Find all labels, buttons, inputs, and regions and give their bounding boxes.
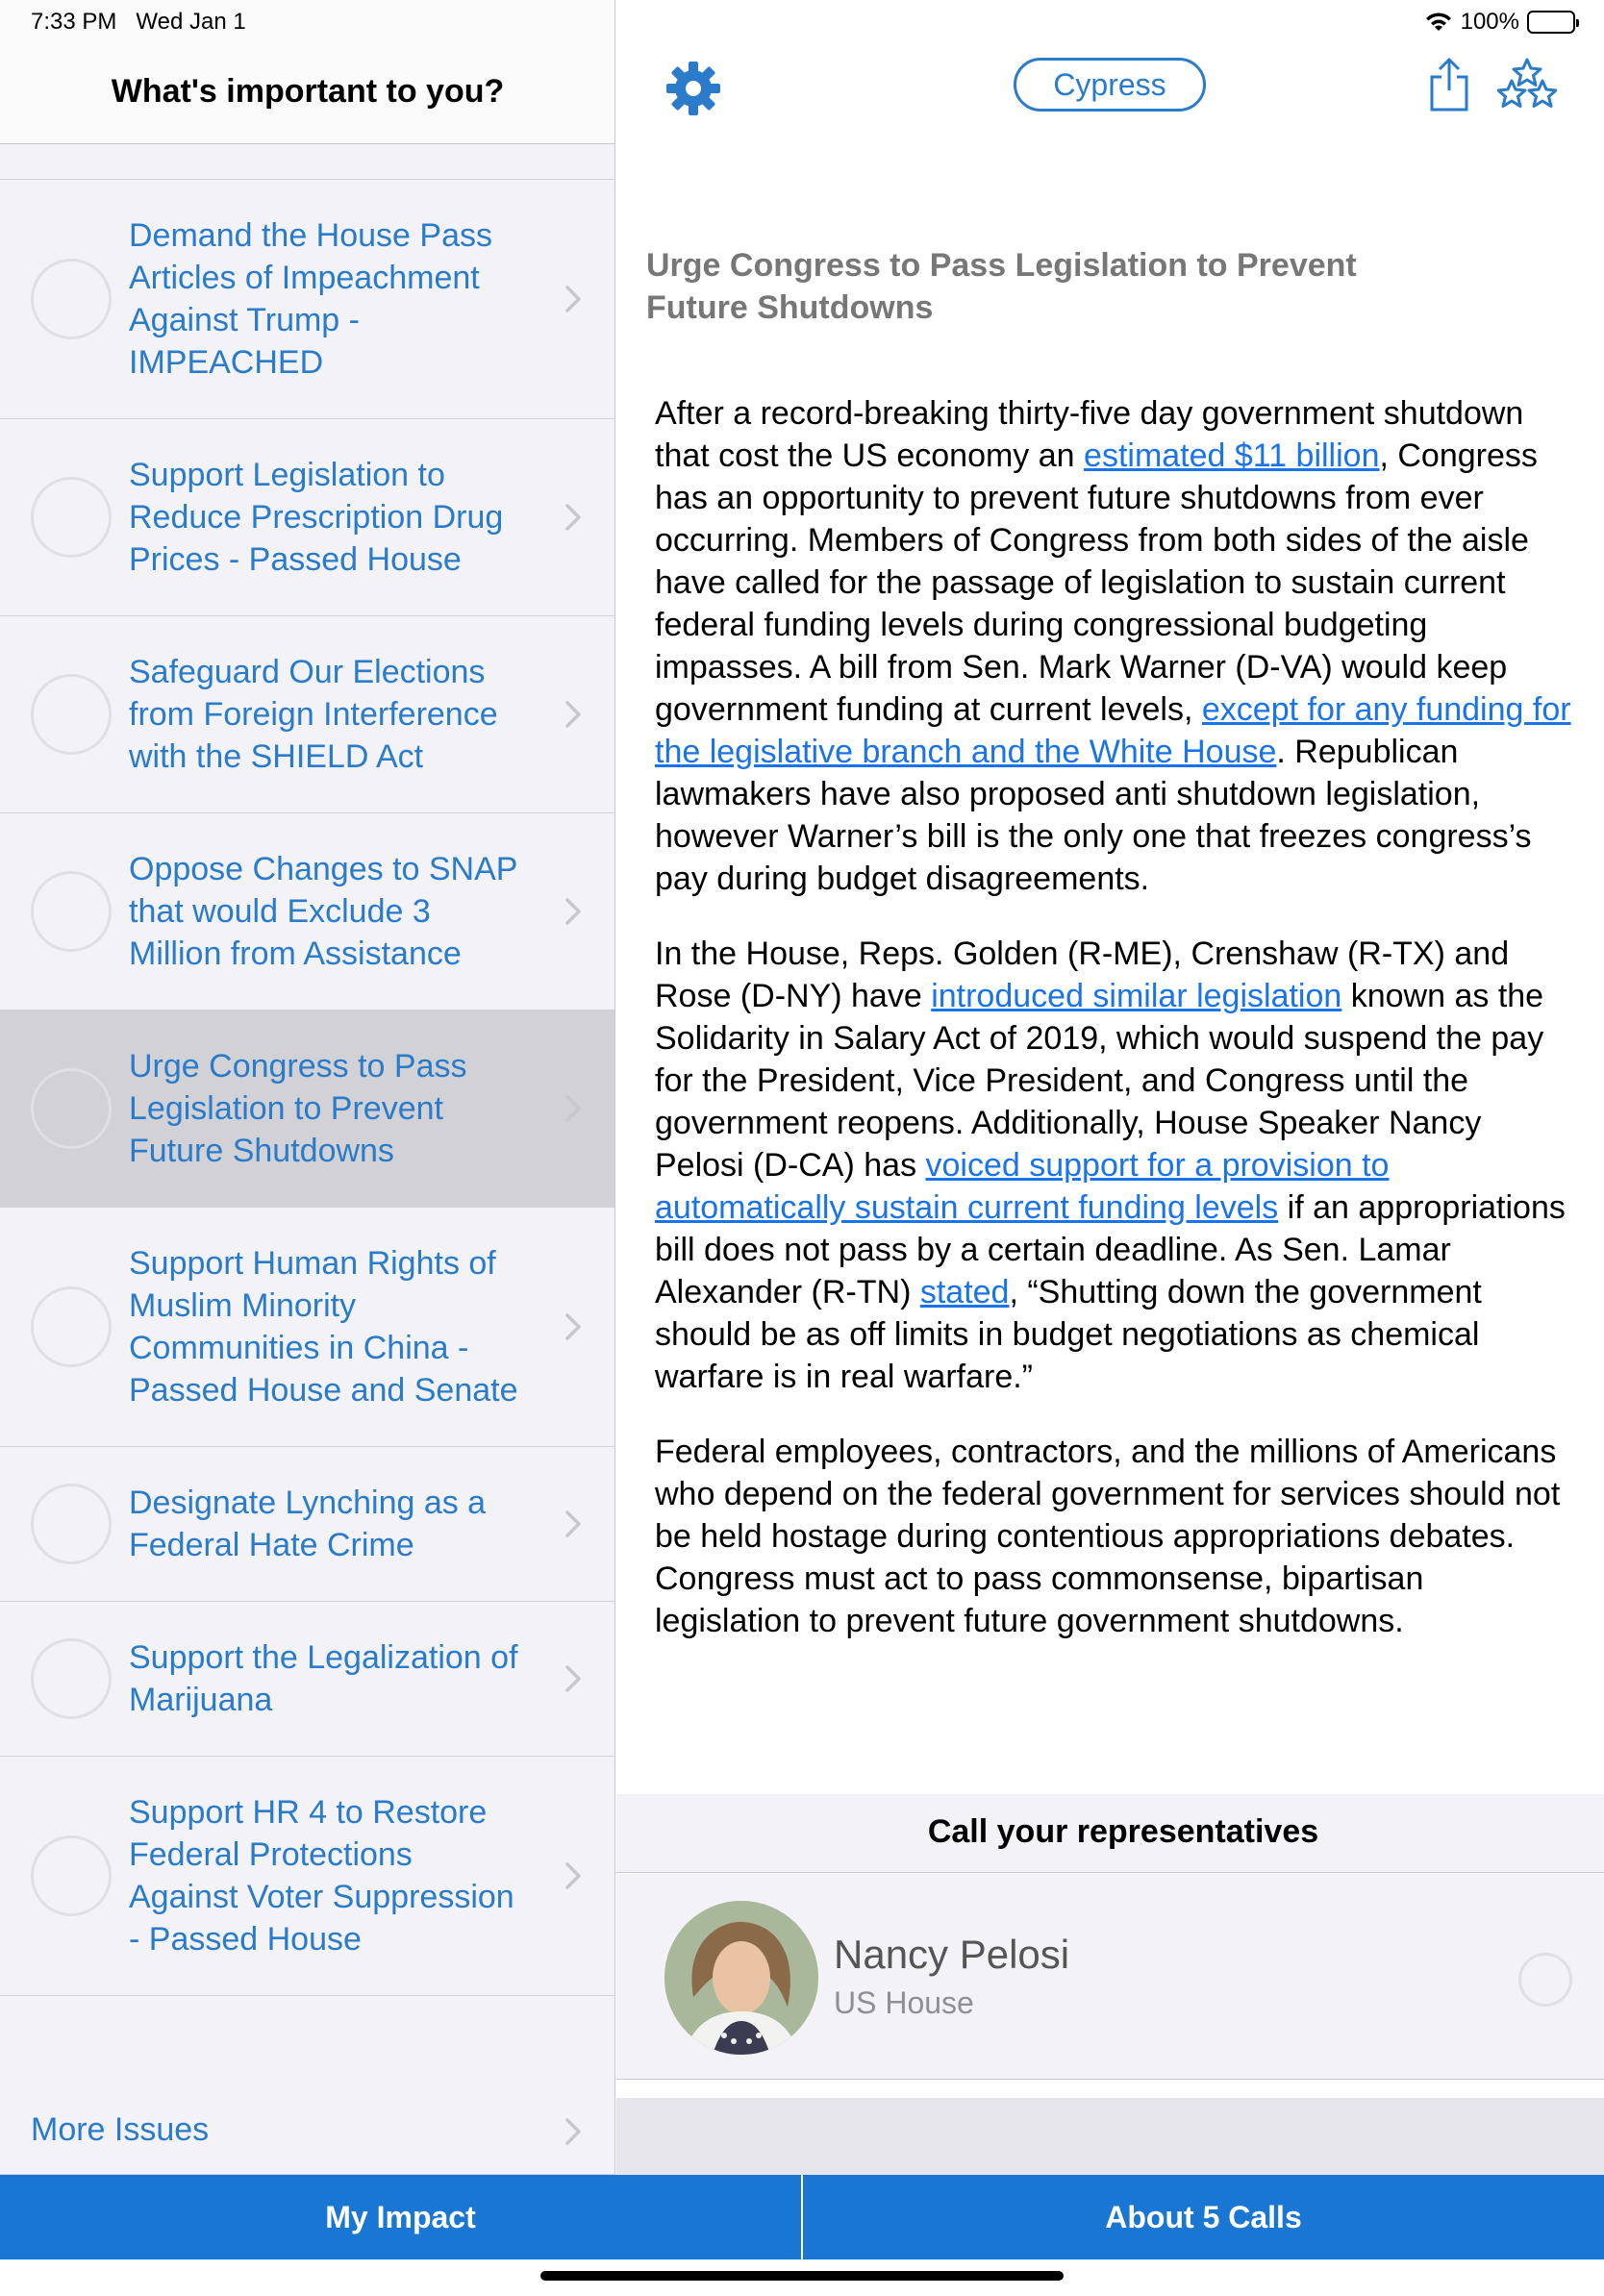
issue-status-circle xyxy=(31,1484,112,1564)
description-paragraph: After a record-breaking thirty-five day … xyxy=(655,395,1571,897)
issue-description: After a record-breaking thirty-five day … xyxy=(655,392,1578,1675)
issue-row[interactable]: Oppose Changes to SNAP that would Exclud… xyxy=(0,813,614,1011)
sidebar-title: What's important to you? xyxy=(111,73,505,110)
call-section-header: Call your representatives xyxy=(616,1794,1604,1873)
issue-status-circle xyxy=(31,1286,112,1367)
issue-row[interactable]: Safeguard Our Elections from Foreign Int… xyxy=(0,616,614,813)
issue-status-circle xyxy=(31,1068,112,1149)
issues-sidebar: What's important to you? Demand the Hous… xyxy=(0,0,615,2175)
call-header-label: Call your representatives xyxy=(927,1813,1319,1850)
issue-detail: Cypress Urge Congress to Pass Legislatio… xyxy=(616,0,1604,2175)
stars-icon[interactable] xyxy=(1497,58,1557,113)
empty-area xyxy=(616,2098,1604,2175)
estimated-cost-link[interactable]: estimated $11 billion xyxy=(1084,437,1379,474)
issue-row[interactable]: Urge Congress to Pass Legislation to Pre… xyxy=(0,1011,614,1208)
issue-status-circle xyxy=(31,871,112,952)
issue-label: Designate Lynching as a Federal Hate Cri… xyxy=(129,1485,487,1563)
issue-row[interactable]: Support the Legalization of Marijuana xyxy=(0,1602,614,1757)
share-icon[interactable] xyxy=(1428,56,1470,113)
issue-label: Support Legislation to Reduce Prescripti… xyxy=(129,457,504,578)
representative-row[interactable]: Nancy Pelosi US House xyxy=(616,1874,1604,2080)
about-button[interactable]: About 5 Calls xyxy=(801,2175,1604,2259)
battery-percent: 100% xyxy=(1460,9,1519,35)
status-time: 7:33 PM Wed Jan 1 xyxy=(31,9,246,35)
my-impact-button[interactable]: My Impact xyxy=(0,2175,801,2259)
issue-status-circle xyxy=(31,674,112,755)
similar-legislation-link[interactable]: introduced similar legislation xyxy=(931,978,1341,1014)
more-issues-label: More Issues xyxy=(31,2111,210,2148)
status-right: 100% xyxy=(1424,9,1579,36)
issue-row[interactable]: Demand the House Pass Articles of Impeac… xyxy=(0,180,614,419)
chevron-right-icon xyxy=(565,286,581,312)
chevron-right-icon xyxy=(565,2117,581,2145)
issue-status-circle xyxy=(31,1835,112,1916)
chevron-right-icon xyxy=(565,1313,581,1340)
chevron-right-icon xyxy=(565,701,581,728)
home-indicator[interactable] xyxy=(540,2271,1064,2281)
rep-role: US House xyxy=(834,1985,974,2020)
issue-row[interactable]: Support Human Rights of Muslim Minority … xyxy=(0,1208,614,1447)
issue-label: Demand the House Pass Articles of Impeac… xyxy=(129,217,492,381)
issue-label: Support Human Rights of Muslim Minority … xyxy=(129,1245,518,1409)
more-issues-row[interactable]: More Issues xyxy=(0,2088,614,2175)
issue-label: Support HR 4 to Restore Federal Protecti… xyxy=(129,1794,514,1958)
chevron-right-icon xyxy=(565,898,581,925)
battery-icon xyxy=(1527,11,1579,34)
issue-row[interactable]: Designate Lynching as a Federal Hate Cri… xyxy=(0,1447,614,1602)
chevron-right-icon xyxy=(565,1510,581,1537)
chevron-right-icon xyxy=(565,1095,581,1122)
issue-label: Urge Congress to Pass Legislation to Pre… xyxy=(129,1048,467,1169)
avatar xyxy=(664,1901,818,2055)
wifi-icon xyxy=(1425,12,1451,31)
bottom-tab-bar: My Impact About 5 Calls xyxy=(0,2175,1604,2259)
chevron-right-icon xyxy=(565,1665,581,1692)
issue-label: Support the Legalization of Marijuana xyxy=(129,1639,518,1718)
issue-status-circle xyxy=(31,259,112,339)
stated-link[interactable]: stated xyxy=(920,1274,1010,1310)
description-paragraph: In the House, Reps. Golden (R-ME), Crens… xyxy=(655,936,1566,1395)
status-bar: 7:33 PM Wed Jan 1 100% xyxy=(0,0,1604,44)
gear-icon[interactable] xyxy=(664,60,722,117)
issue-label: Oppose Changes to SNAP that would Exclud… xyxy=(129,851,517,972)
chevron-right-icon xyxy=(565,1862,581,1889)
rep-name: Nancy Pelosi xyxy=(834,1932,1070,1977)
issue-row[interactable]: Support HR 4 to Restore Federal Protecti… xyxy=(0,1757,614,1996)
issue-row[interactable]: Support Legislation to Reduce Prescripti… xyxy=(0,419,614,616)
issue-title: Urge Congress to Pass Legislation to Pre… xyxy=(646,247,1357,326)
issue-list: Demand the House Pass Articles of Impeac… xyxy=(0,179,614,1996)
chevron-right-icon xyxy=(565,504,581,531)
issue-label: Safeguard Our Elections from Foreign Int… xyxy=(129,654,498,775)
issue-status-circle xyxy=(31,1638,112,1719)
location-button[interactable]: Cypress xyxy=(1014,58,1206,112)
description-paragraph: Federal employees, contractors, and the … xyxy=(655,1434,1561,1639)
issue-status-circle xyxy=(31,477,112,558)
rep-status-circle xyxy=(1518,1953,1572,2007)
